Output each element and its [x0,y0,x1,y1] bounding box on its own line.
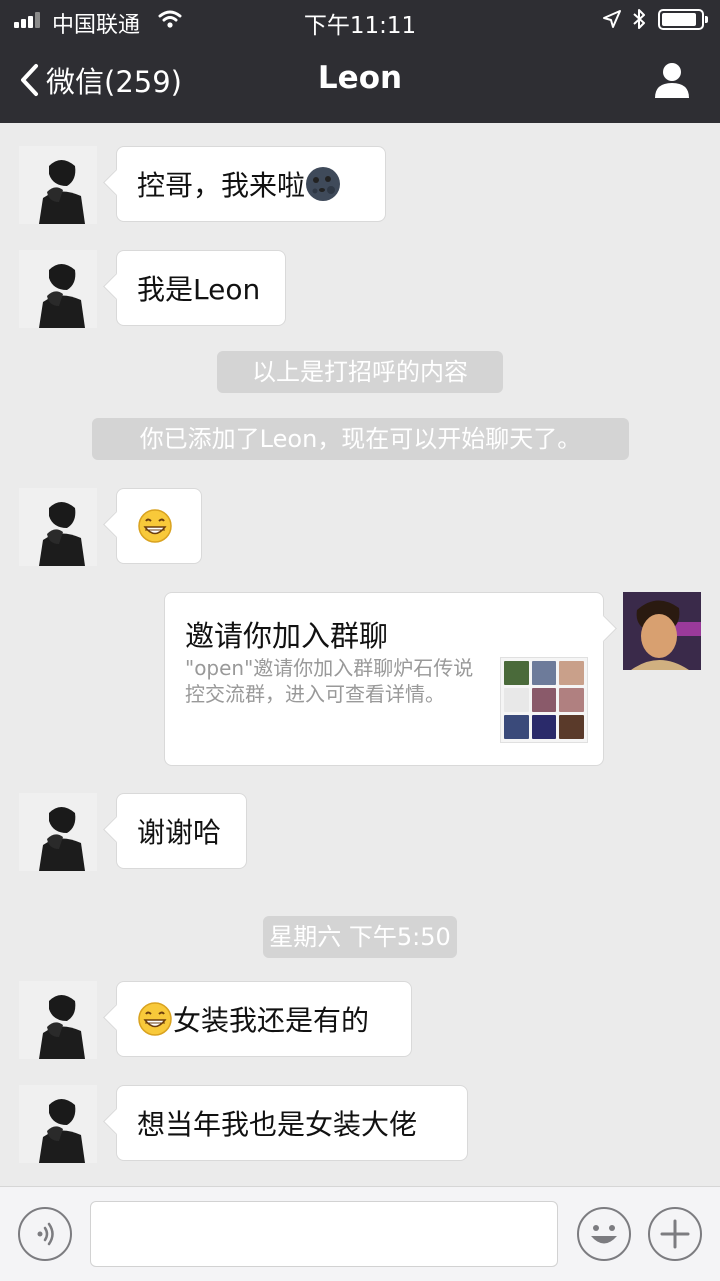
group-invite-card[interactable]: 邀请你加入群聊 "open"邀请你加入群聊炉石传说控交流群，进入可查看详情。 [164,592,604,766]
message-bubble[interactable]: 女装我还是有的 [116,981,412,1057]
system-notice: 你已添加了Leon，现在可以开始聊天了。 [92,418,629,460]
voice-button[interactable] [18,1207,72,1261]
message-bubble[interactable] [116,488,202,564]
grin-emoji [138,509,172,543]
contact-avatar[interactable] [19,981,97,1059]
message-text: 我是Leon [137,273,261,306]
message-text: 控哥，我来啦 [137,169,306,202]
timestamp: 星期六 下午5:50 [263,916,457,958]
smiley-icon [591,1225,617,1244]
chevron-left-icon [21,64,38,96]
bluetooth-icon [633,9,645,29]
contact-profile-icon[interactable] [652,60,692,100]
back-label: 微信(259) [46,65,182,99]
input-bar [0,1186,720,1281]
group-thumbnail [500,657,588,743]
contact-avatar[interactable] [19,793,97,871]
message-input[interactable] [90,1201,558,1267]
message-bubble[interactable]: 想当年我也是女装大佬 [116,1085,468,1161]
message-text: 想当年我也是女装大佬 [137,1108,418,1141]
chat-area[interactable]: 控哥，我来啦 我是Leon 以上是打招呼的内容 你已添加了Leon，现在可以开始… [0,123,720,1186]
back-button[interactable]: 微信(259) [18,58,182,102]
top-bar: 中国联通 下午11:11 微信(259) Leon [0,0,720,123]
emoji-button[interactable] [577,1207,631,1261]
location-arrow-icon [603,10,621,28]
moon-face-emoji [306,167,341,201]
card-description: "open"邀请你加入群聊炉石传说控交流群，进入可查看详情。 [185,656,474,706]
grin-emoji [138,1002,172,1036]
message-bubble[interactable]: 我是Leon [116,250,286,326]
message-bubble[interactable]: 谢谢哈 [116,793,247,869]
contact-avatar[interactable] [19,1085,97,1163]
message-text: 谢谢哈 [137,816,222,849]
plus-icon [660,1219,690,1249]
more-button[interactable] [648,1207,702,1261]
contact-avatar[interactable] [19,250,97,328]
self-avatar[interactable] [623,592,701,670]
message-bubble[interactable]: 控哥，我来啦 [116,146,386,222]
message-text: 女装我还是有的 [173,1004,370,1037]
status-bar: 中国联通 下午11:11 [0,0,720,40]
system-notice: 以上是打招呼的内容 [217,351,503,393]
contact-avatar[interactable] [19,488,97,566]
nav-bar: 微信(259) Leon [0,40,720,123]
battery-icon [658,9,708,30]
card-title: 邀请你加入群聊 [185,619,389,653]
contact-avatar[interactable] [19,146,97,224]
voice-icon [37,1222,54,1246]
